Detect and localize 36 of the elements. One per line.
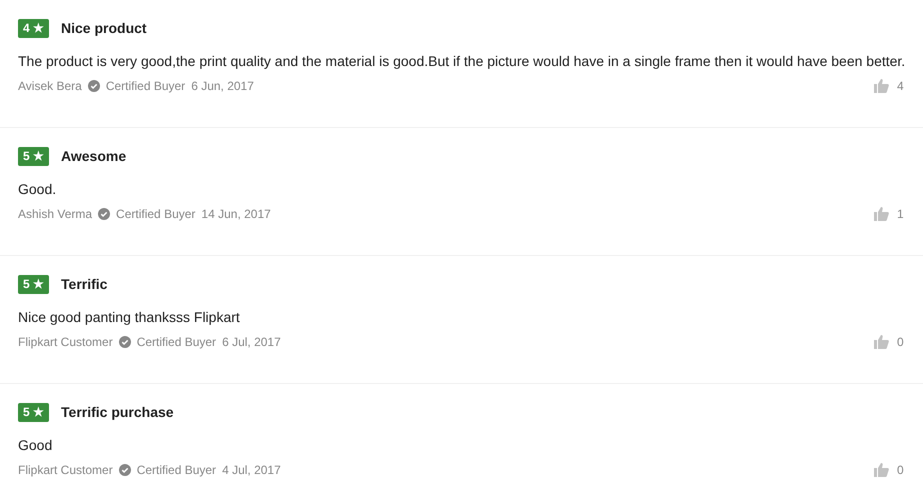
rating-badge: 5 ★ xyxy=(18,147,50,166)
rating-badge: 5 ★ xyxy=(18,403,50,422)
author-name: Flipkart Customer xyxy=(18,334,113,351)
review-text: Good xyxy=(18,436,54,455)
certified-label: Certified Buyer xyxy=(136,334,216,351)
rating-badge: 4 ★ xyxy=(18,19,50,38)
check-icon xyxy=(88,80,100,92)
author-name: Ashish Verma xyxy=(18,206,92,223)
review-title: Awesome xyxy=(61,147,126,166)
review-date: 6 Jun, 2017 xyxy=(191,78,254,95)
check-icon xyxy=(118,336,131,348)
review-text: The product is very good,the print quality and the material is good.But if the picture would have in a single frame then it would have been better. xyxy=(18,52,906,71)
review-date: 4 Jul, 2017 xyxy=(222,462,281,479)
check-icon xyxy=(118,464,131,476)
author-name: Flipkart Customer xyxy=(18,462,113,479)
like-count: 4 xyxy=(897,78,905,95)
review-text: Nice good panting thanksss Flipkart xyxy=(18,308,241,327)
author-name: Avisek Bera xyxy=(18,78,82,95)
thumbs-up-icon[interactable] xyxy=(874,79,889,93)
review-date: 6 Jul, 2017 xyxy=(222,334,281,351)
like-count: 0 xyxy=(897,462,905,479)
rating-badge: 5 ★ xyxy=(18,275,50,294)
certified-label: Certified Buyer xyxy=(116,206,196,223)
thumbs-up-icon[interactable] xyxy=(874,207,889,221)
review-text: Good. xyxy=(18,180,58,199)
review-title: Terrific purchase xyxy=(61,403,174,422)
certified-label: Certified Buyer xyxy=(106,78,186,95)
review-date: 14 Jun, 2017 xyxy=(201,206,271,223)
thumbs-up-icon[interactable] xyxy=(874,335,889,349)
review-title: Nice product xyxy=(61,19,147,38)
like-count: 0 xyxy=(897,334,905,351)
review-title: Terrific xyxy=(61,275,108,294)
thumbs-up-icon[interactable] xyxy=(874,463,889,477)
check-icon xyxy=(98,208,110,220)
like-count: 1 xyxy=(897,206,905,223)
certified-label: Certified Buyer xyxy=(136,462,216,479)
